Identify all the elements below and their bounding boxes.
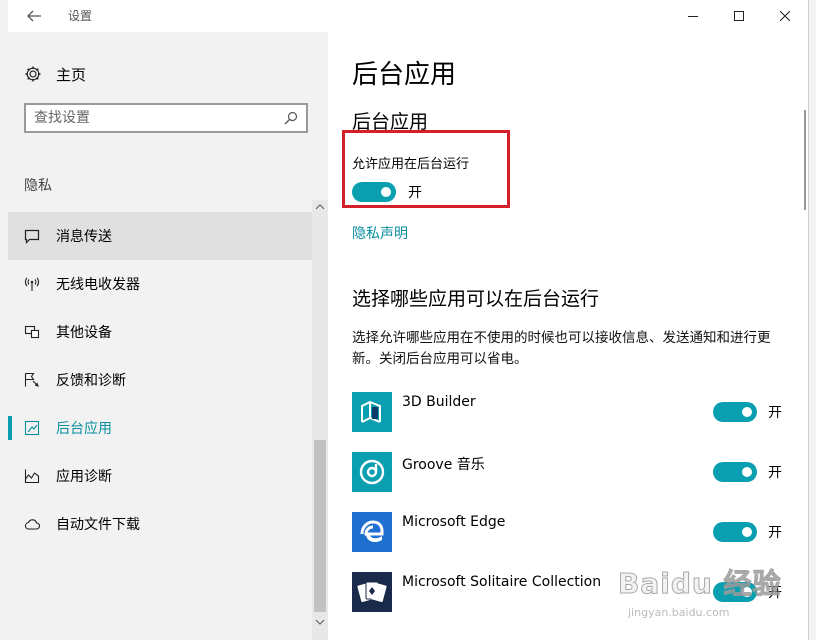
watermark-logo: Baidu 经验: [618, 567, 782, 601]
app-row-microsoft-edge: Microsoft Edge 开: [352, 512, 792, 552]
app-toggle-groove-music[interactable]: [713, 462, 757, 482]
message-icon: [24, 229, 40, 244]
toggle-knob: [742, 467, 752, 477]
sidebar-scrollbar[interactable]: [312, 200, 328, 640]
scroll-down-arrow-icon[interactable]: [315, 617, 325, 627]
sidebar-nav: 消息传送 无线电收发器 其他设备 反馈和诊断 后台应用 应用诊断 自动文件下载: [8, 212, 312, 548]
sidebar-item-label: 无线电收发器: [56, 277, 140, 293]
feedback-icon: [24, 372, 39, 387]
toggle-knob: [742, 527, 752, 537]
sidebar-item-auto-downloads[interactable]: 自动文件下载: [8, 500, 312, 548]
app-toggle-state: 开: [768, 405, 782, 421]
page-title: 后台应用: [352, 60, 457, 90]
cloud-icon: [24, 519, 40, 530]
gear-icon: [25, 66, 41, 82]
search-box[interactable]: [24, 103, 308, 133]
sidebar-item-app-diagnostics[interactable]: 应用诊断: [8, 452, 312, 500]
home-link[interactable]: 主页: [24, 62, 86, 86]
sidebar-item-label: 其他设备: [56, 325, 112, 341]
allow-background-toggle[interactable]: [352, 182, 396, 202]
close-button[interactable]: [762, 0, 808, 32]
settings-window: 设置 主页 隐私: [8, 0, 808, 640]
sidebar-item-messaging[interactable]: 消息传送: [8, 212, 312, 260]
baidu-watermark: Baidu 经验 jingyan.baidu.com: [618, 562, 788, 628]
3d-builder-app-icon: [352, 392, 392, 432]
minimize-button[interactable]: [670, 0, 716, 32]
app-name: Microsoft Edge: [402, 514, 506, 530]
privacy-statement-link[interactable]: 隐私声明: [352, 223, 408, 243]
section-label-privacy: 隐私: [24, 178, 52, 194]
search-icon[interactable]: [284, 111, 298, 125]
close-icon: [780, 11, 790, 21]
allow-background-toggle-state: 开: [408, 185, 422, 201]
content-scrollbar[interactable]: [800, 32, 808, 640]
devices-icon: [24, 325, 40, 339]
edge-app-icon: [352, 512, 392, 552]
groove-music-app-icon: [352, 452, 392, 492]
app-toggle-state: 开: [768, 525, 782, 541]
background-window-edge-right: [808, 0, 816, 640]
sidebar-scrollbar-thumb[interactable]: [314, 440, 326, 612]
sidebar-item-label: 反馈和诊断: [56, 373, 126, 389]
radio-icon: [24, 277, 40, 291]
background-apps-icon: [24, 420, 40, 436]
sidebar-item-label: 后台应用: [56, 421, 112, 437]
sidebar-item-background-apps[interactable]: 后台应用: [8, 404, 312, 452]
toggle-knob: [381, 187, 391, 197]
sidebar-item-feedback[interactable]: 反馈和诊断: [8, 356, 312, 404]
sidebar-item-label: 自动文件下载: [56, 517, 140, 533]
maximize-icon: [734, 11, 744, 21]
app-toggle-3d-builder[interactable]: [713, 402, 757, 422]
app-row-groove-music: Groove 音乐 开: [352, 452, 792, 492]
sidebar-item-label: 应用诊断: [56, 469, 112, 485]
background-window-edge-left: [0, 0, 8, 640]
maximize-button[interactable]: [716, 0, 762, 32]
app-toggle-state: 开: [768, 465, 782, 481]
home-label: 主页: [56, 65, 87, 84]
search-input[interactable]: [34, 109, 274, 127]
back-button[interactable]: [22, 4, 46, 28]
minimize-icon: [688, 16, 698, 17]
scroll-up-arrow-icon[interactable]: [315, 202, 325, 212]
choose-apps-description: 选择允许哪些应用在不使用的时候也可以接收信息、发送通知和进行更新。关闭后台应用可…: [352, 330, 771, 367]
choose-apps-title: 选择哪些应用可以在后台运行: [352, 288, 600, 310]
solitaire-app-icon: [352, 572, 392, 612]
content-scrollbar-thumb[interactable]: [804, 110, 806, 210]
app-name: 3D Builder: [402, 394, 476, 410]
arrow-left-icon: [27, 10, 41, 22]
app-name: Microsoft Solitaire Collection: [402, 574, 602, 590]
app-row-3d-builder: 3D Builder 开: [352, 392, 792, 432]
toggle-knob: [742, 407, 752, 417]
window-title: 设置: [68, 9, 93, 23]
title-bar: 设置: [8, 0, 808, 32]
sidebar-item-radios[interactable]: 无线电收发器: [8, 260, 312, 308]
app-name: Groove 音乐: [402, 457, 485, 473]
sidebar: 主页 隐私 消息传送 无线电收发器: [8, 32, 328, 640]
main-content: 后台应用 后台应用 允许应用在后台运行 开 隐私声明 选择哪些应用可以在后台运行…: [328, 32, 808, 640]
watermark-url: jingyan.baidu.com: [628, 606, 730, 619]
sidebar-item-other-devices[interactable]: 其他设备: [8, 308, 312, 356]
allow-background-label: 允许应用在后台运行: [352, 157, 470, 172]
app-toggle-microsoft-edge[interactable]: [713, 522, 757, 542]
sidebar-item-label: 消息传送: [56, 229, 112, 245]
diagnostics-icon: [24, 469, 40, 484]
selected-indicator: [8, 416, 12, 440]
